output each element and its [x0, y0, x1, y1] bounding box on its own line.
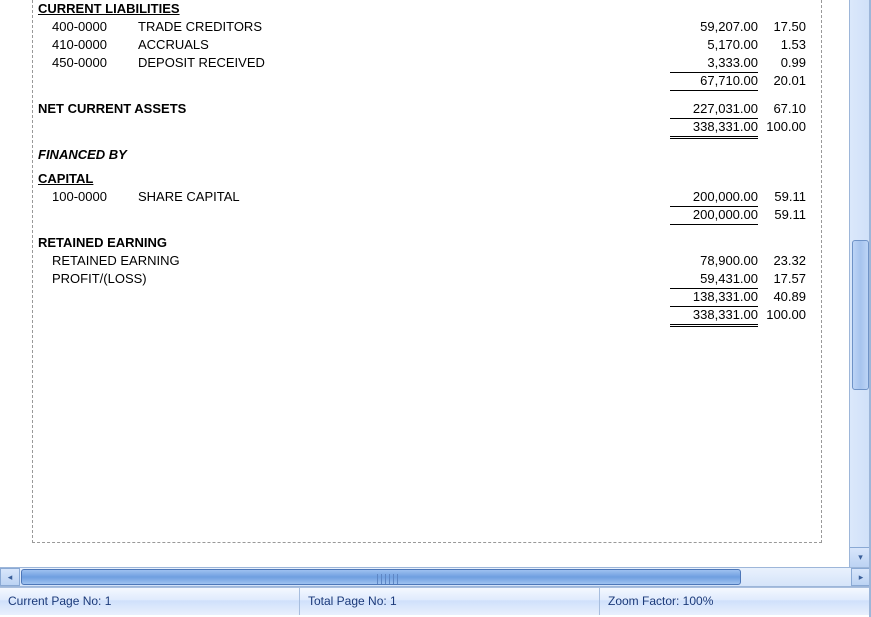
section-retained-earning-title: RETAINED EARNING — [38, 234, 167, 252]
percent: 100.00 — [758, 306, 808, 324]
percent: 59.11 — [758, 188, 808, 206]
grand-total-row: 338,331.00 100.00 — [38, 306, 808, 324]
section-current-liabilities-title: CURRENT LIABILITIES — [38, 0, 180, 18]
account-code: 450-0000 — [38, 54, 138, 72]
line-item: 400-0000 TRADE CREDITORS 59,207.00 17.50 — [38, 18, 808, 36]
account-desc: SHARE CAPITAL — [138, 188, 670, 206]
percent: 59.11 — [758, 206, 808, 224]
line-item: 450-0000 DEPOSIT RECEIVED 3,333.00 0.99 — [38, 54, 808, 72]
horizontal-scrollbar[interactable]: ◂ ▸ — [0, 567, 871, 587]
subtotal-row: 67,710.00 20.01 — [38, 72, 808, 90]
amount: 59,431.00 — [670, 270, 758, 289]
line-item: 100-0000 SHARE CAPITAL 200,000.00 59.11 — [38, 188, 808, 206]
line-item: 410-0000 ACCRUALS 5,170.00 1.53 — [38, 36, 808, 54]
document-area: CURRENT LIABILITIES 400-0000 TRADE CREDI… — [0, 0, 848, 567]
account-code: 410-0000 — [38, 36, 138, 54]
report-content: CURRENT LIABILITIES 400-0000 TRADE CREDI… — [38, 0, 808, 324]
report-viewer: CURRENT LIABILITIES 400-0000 TRADE CREDI… — [0, 0, 871, 617]
status-bar: Current Page No: 1 Total Page No: 1 Zoom… — [0, 587, 871, 615]
amount: 227,031.00 — [670, 100, 758, 119]
grand-total-row: 338,331.00 100.00 — [38, 118, 808, 136]
vertical-scroll-thumb[interactable] — [852, 240, 869, 390]
amount: 200,000.00 — [670, 206, 758, 225]
account-desc: ACCRUALS — [138, 36, 670, 54]
account-desc: PROFIT/(LOSS) — [52, 270, 670, 288]
amount: 5,170.00 — [670, 36, 758, 54]
percent: 17.50 — [758, 18, 808, 36]
line-item: PROFIT/(LOSS) 59,431.00 17.57 — [38, 270, 808, 288]
subtotal-row: 138,331.00 40.89 — [38, 288, 808, 306]
percent: 17.57 — [758, 270, 808, 288]
amount: 78,900.00 — [670, 252, 758, 270]
account-code: 100-0000 — [38, 188, 138, 206]
percent: 0.99 — [758, 54, 808, 72]
status-total-page: Total Page No: 1 — [300, 588, 600, 615]
account-desc: TRADE CREDITORS — [138, 18, 670, 36]
horizontal-scroll-track[interactable] — [20, 568, 851, 586]
scroll-down-arrow-icon[interactable]: ▾ — [850, 547, 871, 567]
status-current-page: Current Page No: 1 — [0, 588, 300, 615]
account-desc: RETAINED EARNING — [52, 252, 670, 270]
percent: 100.00 — [758, 118, 808, 136]
section-financed-by-title: FINANCED BY — [38, 146, 127, 164]
status-zoom-factor: Zoom Factor: 100% — [600, 588, 871, 615]
amount: 67,710.00 — [670, 72, 758, 91]
net-current-assets-row: NET CURRENT ASSETS 227,031.00 67.10 — [38, 100, 808, 118]
amount: 338,331.00 — [670, 306, 758, 327]
percent: 20.01 — [758, 72, 808, 90]
percent: 67.10 — [758, 100, 808, 118]
percent: 40.89 — [758, 288, 808, 306]
account-desc: DEPOSIT RECEIVED — [138, 54, 670, 72]
scroll-left-arrow-icon[interactable]: ◂ — [0, 568, 20, 586]
percent: 23.32 — [758, 252, 808, 270]
scroll-grip-icon — [377, 574, 401, 584]
amount: 138,331.00 — [670, 288, 758, 307]
line-item: RETAINED EARNING 78,900.00 23.32 — [38, 252, 808, 270]
subtotal-row: 200,000.00 59.11 — [38, 206, 808, 224]
amount: 338,331.00 — [670, 118, 758, 139]
vertical-scrollbar[interactable]: ▾ — [849, 0, 871, 567]
scroll-right-arrow-icon[interactable]: ▸ — [851, 568, 871, 586]
section-capital-title: CAPITAL — [38, 170, 93, 188]
section-net-current-assets-title: NET CURRENT ASSETS — [38, 100, 338, 118]
amount: 3,333.00 — [670, 54, 758, 73]
account-code: 400-0000 — [38, 18, 138, 36]
amount: 59,207.00 — [670, 18, 758, 36]
amount: 200,000.00 — [670, 188, 758, 207]
horizontal-scroll-thumb[interactable] — [21, 569, 741, 585]
percent: 1.53 — [758, 36, 808, 54]
